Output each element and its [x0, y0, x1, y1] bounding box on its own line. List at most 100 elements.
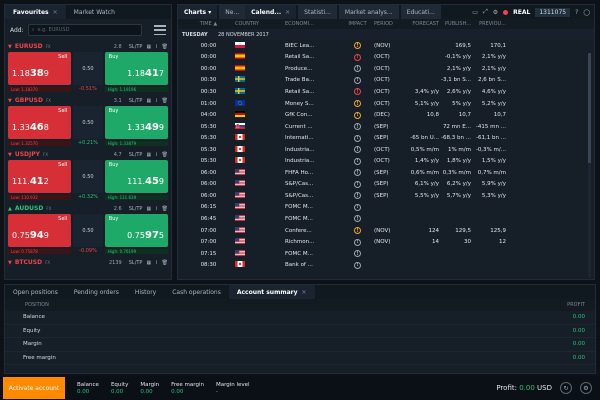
col-time[interactable]: TIME ▲ — [182, 21, 235, 27]
tab-account-summary[interactable]: Account summary ✕ — [228, 285, 315, 299]
high-value: High: 1.33879 — [104, 140, 168, 146]
calendar-row[interactable]: 06:45 FOMC M...! — [178, 213, 594, 225]
chart-icon[interactable]: ⌇ — [155, 152, 157, 158]
col-country[interactable]: COUNTRY — [235, 21, 285, 27]
calendar-row[interactable]: 01:00 Money S...! (OCT) 5,1% y/y 5% y/y 5,2% … — [178, 98, 594, 110]
calendar-row[interactable]: 05:30 Industria...! (OCT) 1,4% y/y 1,8% y/y 1… — [178, 155, 594, 167]
instrument-symbol[interactable]: AUDUSD — [15, 205, 44, 212]
settings-icon[interactable]: ⚙ — [493, 9, 498, 16]
event-published: -3,1 bn S... — [441, 77, 471, 84]
calendar-row[interactable]: 07:15 FOMC M...! — [178, 248, 594, 260]
tab-calendar[interactable]: Calend... ✕ — [245, 5, 297, 19]
activate-account-button[interactable]: Activate account — [3, 377, 65, 399]
calendar-row[interactable]: 00:00 Produce...! (OCT) 2,1% y/y 2,1% y/y — [178, 63, 594, 75]
tab-news[interactable]: Ne... — [219, 5, 246, 19]
close-icon[interactable]: ✕ — [285, 9, 290, 16]
trash-icon[interactable]: 🗑 — [162, 260, 168, 266]
impact-cell: ! — [341, 261, 374, 269]
buy-button[interactable]: Buy 0.75975 — [104, 214, 168, 247]
sell-button[interactable]: Sell 111.412 — [8, 160, 72, 193]
instrument-symbol[interactable]: GBPUSD — [15, 97, 43, 104]
calendar-row[interactable]: 00:30 Trade Ba...! (OCT) -3,1 bn S... 2,6 bn… — [178, 75, 594, 87]
buy-button[interactable]: Buy 1.33499 — [104, 106, 168, 139]
sl-tp-button[interactable]: SL/TP — [129, 260, 143, 266]
trash-icon[interactable]: 🗑 — [162, 152, 168, 158]
search-input[interactable]: ⌕ e.g. EURUSD — [27, 24, 142, 36]
calendar-row[interactable]: 00:00 Retail Sa...! (OCT) -0,1% y/y 2,1% y/y — [178, 52, 594, 64]
volume-field[interactable]: 0.50 — [73, 160, 103, 193]
sl-tp-button[interactable]: SL/TP — [129, 206, 143, 212]
tab-pending-orders[interactable]: Pending orders — [66, 285, 127, 299]
calendar-row[interactable]: 06:15 FOMC M...! — [178, 202, 594, 214]
calculator-icon[interactable]: ▦ — [146, 206, 151, 212]
calendar-row[interactable]: 06:00 FHFA Ho...! (SEP) 0,6% m/m 0,3% m/m 0,7… — [178, 167, 594, 179]
sell-button[interactable]: Sell 1.18389 — [8, 52, 72, 85]
trash-icon[interactable]: 🗑 — [162, 98, 168, 104]
instrument-symbol[interactable]: BTCUSD — [15, 259, 42, 266]
close-icon[interactable]: ✕ — [302, 289, 307, 296]
calculator-icon[interactable]: ▦ — [146, 44, 151, 50]
account-number[interactable]: 1311075 — [535, 7, 571, 17]
sl-tp-button[interactable]: SL/TP — [129, 98, 143, 104]
help-icon[interactable]: ? — [575, 9, 578, 16]
col-forecast[interactable]: FORECAST — [406, 21, 439, 27]
calculator-icon[interactable]: ▦ — [146, 98, 151, 104]
gear-icon[interactable]: ⚙ — [580, 382, 592, 394]
calendar-row[interactable]: 05:30 Industria...! (OCT) 0,5% m/m 1% m/m -0,… — [178, 144, 594, 156]
close-icon[interactable]: ✕ — [53, 9, 58, 16]
calendar-row[interactable]: 05:30 Current ...! (SEP) 72 mn E... -415 mn … — [178, 121, 594, 133]
tab-favourites[interactable]: Favourites ✕ — [5, 5, 66, 19]
buy-button[interactable]: Buy 1.18417 — [104, 52, 168, 85]
trash-icon[interactable]: 🗑 — [162, 206, 168, 212]
flag-pl-icon — [235, 41, 245, 48]
fullscreen-icon[interactable]: ⤢ — [483, 8, 488, 16]
instrument-symbol[interactable]: EURUSD — [15, 43, 43, 50]
volume-field[interactable]: 0.50 — [73, 106, 103, 139]
calendar-row[interactable]: 07:00 Richmon...! (NOV) 14 30 12 — [178, 236, 594, 248]
tab-statistics[interactable]: Statisti... — [298, 5, 337, 19]
chart-icon[interactable]: ⌇ — [155, 206, 157, 212]
flag-us-icon — [235, 168, 245, 175]
col-impact[interactable]: IMPACT — [341, 21, 374, 27]
tab-market-analysis[interactable]: Market analys... — [338, 5, 399, 19]
chart-icon[interactable]: ⌇ — [155, 260, 157, 266]
tab-history[interactable]: History — [127, 285, 164, 299]
impact-cell: ! — [341, 250, 374, 258]
instrument-symbol[interactable]: USDJPY — [15, 151, 40, 158]
calendar-row[interactable]: 00:00 BIEC Lea...! (NOV) 169,5 170,1 — [178, 40, 594, 52]
calendar-row[interactable]: 07:00 Confere...! (NOV) 124 129,5 125,9 — [178, 225, 594, 237]
calendar-row[interactable]: 05:30 Internati...! (SEP) -65 bn U... -68,3 … — [178, 132, 594, 144]
sl-tp-button[interactable]: SL/TP — [129, 44, 143, 50]
menu-icon[interactable] — [154, 25, 166, 35]
calendar-row[interactable]: 04:00 GfK Con...! (DEC) 10,8 10,7 10,7 — [178, 109, 594, 121]
refresh-icon[interactable]: ↻ — [560, 382, 572, 394]
calendar-row[interactable]: 00:30 Retail Sa...! (OCT) 3,4% y/y 2,6% y/y 4… — [178, 86, 594, 98]
col-period[interactable]: PERIOD — [374, 21, 406, 27]
sell-button[interactable]: Sell 1.33468 — [8, 106, 72, 139]
trash-icon[interactable]: 🗑 — [162, 44, 168, 50]
volume-field[interactable]: 0.50 — [73, 52, 103, 85]
buy-button[interactable]: Buy 111.459 — [104, 160, 168, 193]
col-previous[interactable]: PREVIOU... — [471, 21, 506, 27]
chart-icon[interactable]: ⌇ — [155, 98, 157, 104]
sl-tp-button[interactable]: SL/TP — [129, 152, 143, 158]
layout-icon[interactable]: ▭ — [472, 9, 478, 16]
calendar-row[interactable]: 08:30 Bank of ...! — [178, 259, 594, 271]
sell-button[interactable]: Sell 0.75949 — [8, 214, 72, 247]
impact-cell: ! — [341, 180, 374, 188]
tab-market-watch[interactable]: Market Watch — [66, 5, 123, 19]
chart-icon[interactable]: ⌇ — [155, 44, 157, 50]
calculator-icon[interactable]: ▦ — [146, 152, 151, 158]
calendar-row[interactable]: 06:00 S&P/Cas...! (SEP) 5,5% y/y 5,7% y/y 5,3… — [178, 190, 594, 202]
tab-charts[interactable]: Charts ▾ — [178, 5, 218, 19]
col-economic[interactable]: ECONOMI... — [285, 21, 341, 27]
tab-open-positions[interactable]: Open positions — [5, 285, 66, 299]
calendar-row[interactable]: 06:00 S&P/Cas...! (SEP) 6,1% y/y 6,2% y/y 5,9… — [178, 179, 594, 191]
col-published[interactable]: PUBLISH... — [439, 21, 471, 27]
calculator-icon[interactable]: ▦ — [146, 260, 151, 266]
user-icon[interactable]: ◯ — [583, 9, 590, 16]
tab-cash-operations[interactable]: Cash operations — [164, 285, 229, 299]
calendar-scrollbar[interactable] — [588, 53, 591, 278]
tab-education[interactable]: Educati... — [400, 5, 441, 19]
volume-field[interactable]: 0.50 — [73, 214, 103, 247]
